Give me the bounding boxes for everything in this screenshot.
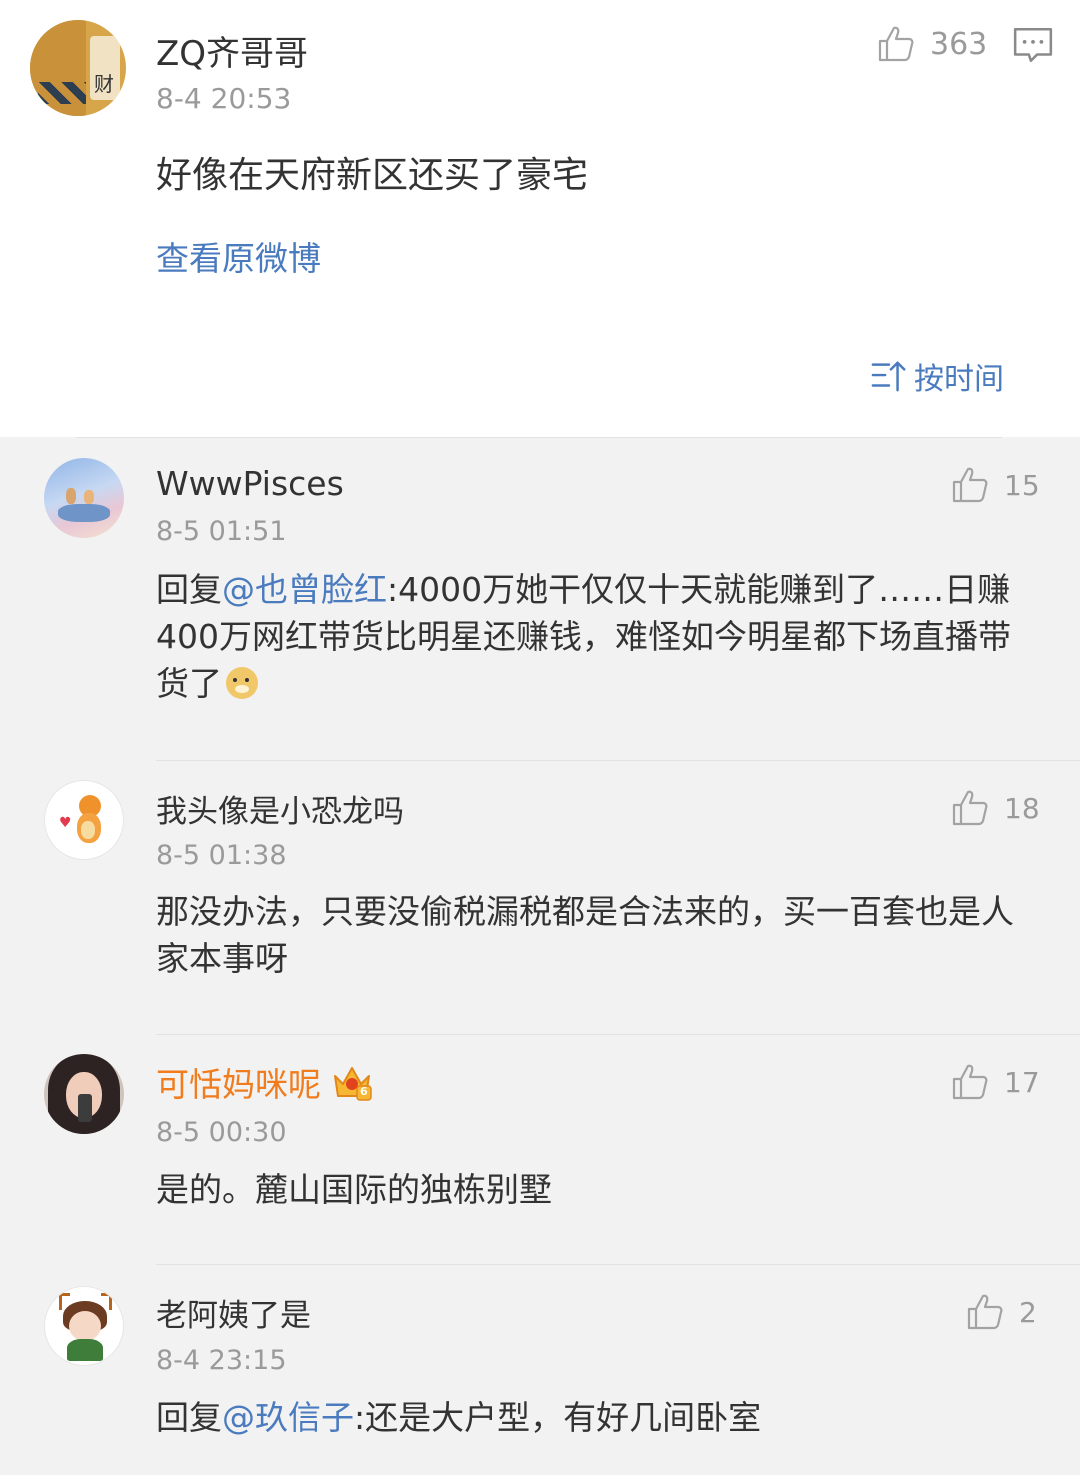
avatar[interactable] — [44, 458, 124, 538]
like-count: 15 — [1004, 468, 1040, 502]
comment-text: 是的。麓山国际的独栋别墅 — [156, 1170, 552, 1209]
avatar[interactable]: ♥ — [44, 780, 124, 860]
mention-link[interactable]: @也曾脸红 — [222, 570, 387, 609]
thumbs-up-icon — [952, 1064, 988, 1100]
like-button[interactable]: 363 — [876, 24, 987, 64]
timestamp: 8-4 23:15 — [156, 1345, 287, 1376]
username-row: 可恬妈咪呢 6 — [156, 1058, 373, 1106]
doge-emoji-icon — [226, 667, 258, 699]
divider — [156, 1264, 1080, 1265]
sort-toggle[interactable]: 按时间 — [870, 354, 1004, 398]
thumbs-up-icon — [952, 790, 988, 826]
username[interactable]: WwwPisces — [156, 464, 344, 503]
divider — [156, 760, 1080, 761]
post-text: 好像在天府新区还买了豪宅 — [156, 155, 589, 196]
username[interactable]: 老阿姨了是 — [156, 1290, 311, 1335]
username[interactable]: ZQ齐哥哥 — [156, 26, 308, 75]
like-button[interactable]: 17 — [950, 1062, 1040, 1102]
comment-text: 回复@玖信子:还是大户型，有好几间卧室 — [156, 1394, 761, 1441]
avatar[interactable] — [44, 1286, 124, 1366]
divider — [76, 437, 1002, 438]
vip-crown-icon: 6 — [331, 1062, 373, 1102]
comment-body: :还是大户型，有好几间卧室 — [354, 1398, 762, 1437]
vip-level: 6 — [360, 1085, 368, 1098]
like-count: 363 — [930, 26, 988, 62]
like-button[interactable]: 2 — [965, 1292, 1037, 1332]
like-button[interactable]: 18 — [950, 788, 1040, 828]
comment-text: 回复@也曾脸红:4000万她干仅仅十天就能赚到了……日赚400万网红带货比明星还… — [156, 566, 1026, 707]
timestamp: 8-5 00:30 — [156, 1117, 287, 1148]
reply-prefix: 回复 — [156, 1398, 222, 1437]
mention-link[interactable]: @玖信子 — [222, 1398, 354, 1437]
username[interactable]: 可恬妈咪呢 — [156, 1058, 321, 1106]
avatar[interactable]: 财 — [30, 20, 126, 116]
thumbs-up-icon — [952, 467, 988, 503]
divider — [156, 1034, 1080, 1035]
username[interactable]: 我头像是小恐龙吗 — [156, 786, 404, 831]
like-count: 18 — [1004, 791, 1040, 825]
reply-prefix: 回复 — [156, 570, 222, 609]
avatar[interactable] — [44, 1054, 124, 1134]
like-count: 17 — [1004, 1065, 1040, 1099]
timestamp: 8-5 01:38 — [156, 840, 287, 871]
like-count: 2 — [1019, 1295, 1037, 1329]
comment-text: 那没办法，只要没偷税漏税都是合法来的，买一百套也是人家本事呀 — [156, 892, 1014, 978]
timestamp: 8-4 20:53 — [156, 82, 292, 115]
sort-label: 按时间 — [914, 362, 1004, 397]
comment-icon[interactable] — [1012, 24, 1054, 66]
timestamp: 8-5 01:51 — [156, 516, 287, 547]
sort-icon — [871, 361, 906, 392]
thumbs-up-icon — [967, 1294, 1003, 1330]
like-button[interactable]: 15 — [950, 465, 1040, 505]
main-post: 财 ZQ齐哥哥 8-4 20:53 363 好像在天府新区还买了豪宅 查看原微博… — [0, 0, 1080, 437]
view-original-link[interactable]: 查看原微博 — [156, 232, 321, 280]
thumbs-up-icon — [878, 26, 914, 62]
